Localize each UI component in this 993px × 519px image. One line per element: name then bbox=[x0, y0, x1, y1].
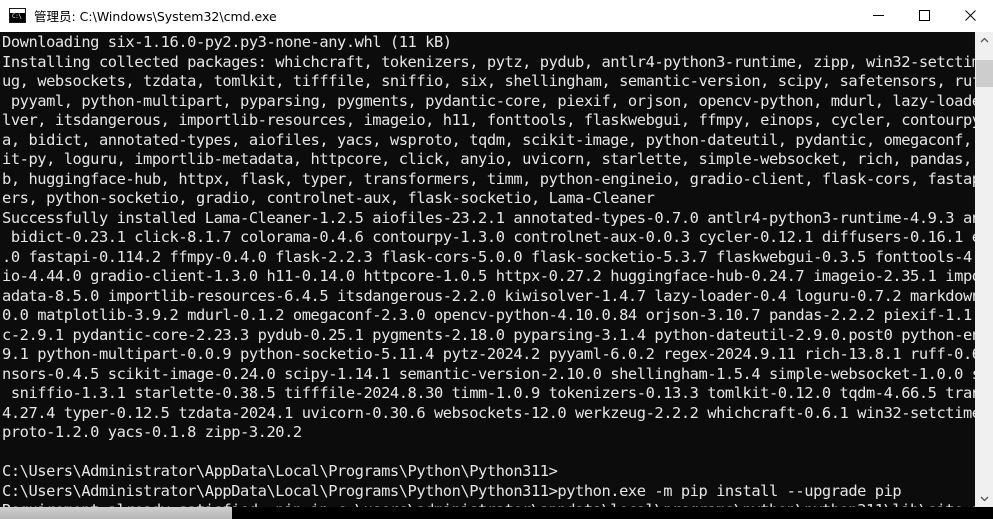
desktop-background: C:\ 管理员: C:\Windows\System32\cmd.exe Dow… bbox=[0, 0, 993, 519]
command-prompt-window: C:\ 管理员: C:\Windows\System32\cmd.exe Dow… bbox=[0, 0, 993, 507]
console-line: Installing collected packages: whichcraf… bbox=[2, 52, 975, 71]
console-line: bidict-0.23.1 click-8.1.7 colorama-0.4.6… bbox=[2, 228, 975, 247]
console-line: lver, itsdangerous, importlib-resources,… bbox=[2, 111, 975, 130]
console-line: it-py, loguru, importlib-metadata, httpc… bbox=[2, 150, 975, 169]
console-output[interactable]: Downloading six-1.16.0-py2.py3-none-any.… bbox=[0, 32, 975, 507]
scroll-down-arrow-icon[interactable] bbox=[976, 490, 993, 507]
console-line: Requirement already satisfied: pip in c:… bbox=[2, 501, 975, 507]
console-line: 4.27.4 typer-0.12.5 tzdata-2024.1 uvicor… bbox=[2, 403, 975, 422]
console-line: c-2.9.1 pydantic-core-2.23.3 pydub-0.25.… bbox=[2, 325, 975, 344]
console-line: ers, python-socketio, gradio, controlnet… bbox=[2, 189, 655, 208]
chevron-up-icon bbox=[980, 37, 989, 43]
console-line: pyyaml, python-multipart, pyparsing, pyg… bbox=[2, 91, 975, 110]
window-title: 管理员: C:\Windows\System32\cmd.exe bbox=[34, 9, 277, 24]
chevron-down-icon bbox=[980, 496, 989, 502]
console-line: proto-1.2.0 yacs-0.1.8 zipp-3.20.2 bbox=[2, 423, 302, 442]
console-line: C:\Users\Administrator\AppData\Local\Pro… bbox=[2, 462, 558, 481]
scrollbar-thumb[interactable] bbox=[976, 60, 993, 87]
cmd-icon-prompt-glyph: C:\ bbox=[12, 13, 22, 20]
vertical-scrollbar[interactable] bbox=[975, 32, 993, 507]
console-line: Downloading six-1.16.0-py2.py3-none-any.… bbox=[2, 33, 452, 51]
title-bar-left: C:\ 管理员: C:\Windows\System32\cmd.exe bbox=[0, 6, 855, 25]
title-bar[interactable]: C:\ 管理员: C:\Windows\System32\cmd.exe bbox=[0, 0, 993, 32]
console-line: 0.0 matplotlib-3.9.2 mdurl-0.1.2 omegaco… bbox=[2, 306, 975, 325]
console-line: ug, websockets, tzdata, tomlkit, tifffil… bbox=[2, 72, 975, 91]
cmd-app-icon: C:\ bbox=[9, 8, 26, 23]
minimize-icon bbox=[872, 15, 884, 16]
console-line: sniffio-1.3.1 starlette-0.38.5 tifffile-… bbox=[2, 384, 975, 403]
scroll-up-arrow-icon[interactable] bbox=[976, 32, 993, 49]
console-line: io-4.44.0 gradio-client-1.3.0 h11-0.14.0… bbox=[2, 267, 975, 286]
console-area[interactable]: Downloading six-1.16.0-py2.py3-none-any.… bbox=[0, 32, 993, 507]
maximize-button[interactable] bbox=[901, 0, 947, 31]
console-line-list: Downloading six-1.16.0-py2.py3-none-any.… bbox=[2, 33, 975, 507]
window-controls bbox=[855, 0, 993, 31]
console-line: b, huggingface-hub, httpx, flask, typer,… bbox=[2, 169, 975, 188]
console-line: .0 fastapi-0.114.2 ffmpy-0.4.0 flask-2.2… bbox=[2, 247, 975, 266]
console-line: nsors-0.4.5 scikit-image-0.24.0 scipy-1.… bbox=[2, 364, 975, 383]
console-line: a, bidict, annotated-types, aiofiles, ya… bbox=[2, 130, 975, 149]
close-button[interactable] bbox=[947, 0, 993, 31]
close-icon bbox=[964, 10, 976, 21]
console-line: Successfully installed Lama-Cleaner-1.2.… bbox=[2, 208, 975, 227]
console-line: adata-8.5.0 importlib-resources-6.4.5 it… bbox=[2, 286, 975, 305]
minimize-button[interactable] bbox=[855, 0, 901, 31]
console-line: 9.1 python-multipart-0.0.9 python-socket… bbox=[2, 345, 975, 364]
console-line: C:\Users\Administrator\AppData\Local\Pro… bbox=[2, 481, 902, 500]
maximize-icon bbox=[918, 10, 930, 21]
